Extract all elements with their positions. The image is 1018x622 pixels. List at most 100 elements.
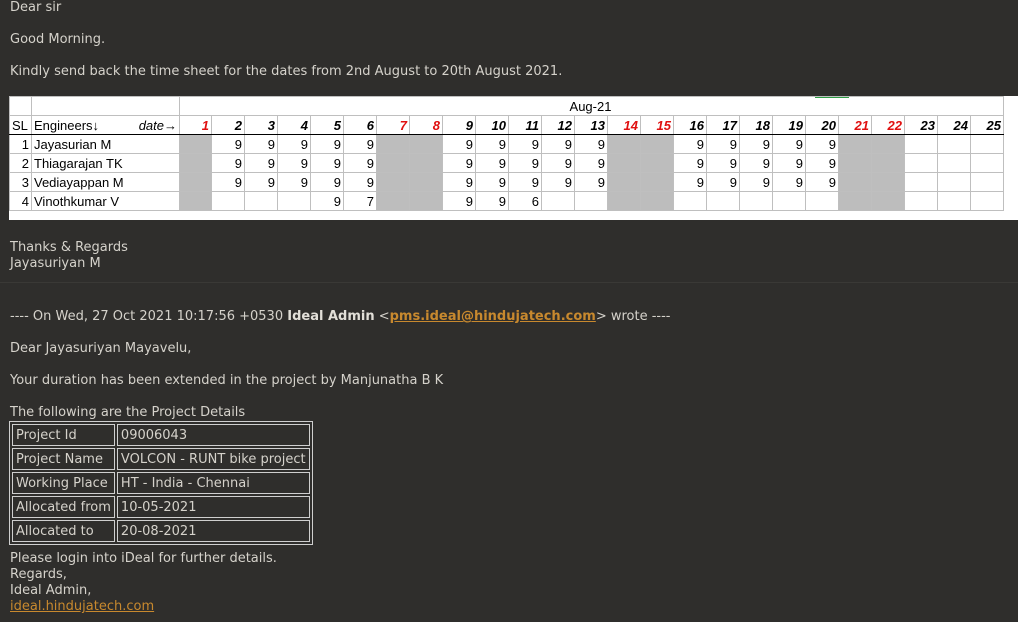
date-header-cell: 4: [277, 115, 311, 135]
date-header-cell: 15: [640, 115, 674, 135]
hours-cell: 9: [343, 153, 377, 173]
hours-cell: [904, 153, 938, 173]
date-header-cell: 25: [970, 115, 1004, 135]
hours-cell: [607, 153, 641, 173]
hours-cell: [376, 134, 410, 154]
hours-cell: 9: [772, 172, 806, 192]
hours-cell: [179, 134, 212, 154]
hours-cell: 9: [508, 153, 542, 173]
sl-cell: 1: [9, 134, 32, 154]
quote-prefix: ---- On Wed, 27 Oct 2021 10:17:56 +0530: [10, 309, 288, 324]
admin-text: Ideal Admin,: [10, 583, 92, 598]
hours-cell: 9: [673, 134, 707, 154]
hours-cell: 9: [739, 153, 773, 173]
hours-cell: [904, 172, 938, 192]
hours-cell: [739, 191, 773, 211]
date-header-cell: 14: [607, 115, 641, 135]
detail-row: Allocated to 20-08-2021: [12, 520, 310, 542]
date-header-cell: 21: [838, 115, 872, 135]
hours-cell: [179, 153, 212, 173]
hours-cell: 9: [541, 134, 575, 154]
hours-cell: 9: [772, 153, 806, 173]
engineer-name: Vediayappan M: [31, 172, 180, 192]
hours-cell: 9: [343, 134, 377, 154]
greeting-text: Dear sir: [10, 0, 62, 15]
good-morning-text: Good Morning.: [10, 32, 106, 47]
detail-row: Project Id 09006043: [12, 424, 310, 446]
hours-cell: [970, 172, 1004, 192]
hours-cell: [970, 153, 1004, 173]
hours-cell: [179, 172, 212, 192]
hours-cell: [937, 153, 971, 173]
signature-text: Jayasuriyan M: [10, 256, 101, 271]
hours-cell: 9: [211, 153, 245, 173]
hours-cell: 9: [541, 153, 575, 173]
hours-cell: 9: [442, 172, 476, 192]
hours-cell: 9: [244, 153, 278, 173]
hours-cell: [838, 172, 872, 192]
engineer-row: 2 Thiagarajan TK 9 9 9 9 9 9 9 9 9 9 9 9 9 9 9: [9, 153, 1004, 173]
sl-cell: 2: [9, 153, 32, 173]
hours-cell: 9: [211, 134, 245, 154]
hours-cell: 9: [805, 172, 839, 192]
blank-cell: [9, 96, 32, 116]
hours-cell: 9: [343, 172, 377, 192]
hours-cell: [904, 134, 938, 154]
hours-cell: 9: [706, 134, 740, 154]
site-link[interactable]: ideal.hindujatech.com: [10, 599, 154, 614]
hours-cell: 9: [508, 134, 542, 154]
hours-cell: [376, 172, 410, 192]
detail-value: 20-08-2021: [116, 520, 310, 542]
hours-cell: [607, 172, 641, 192]
detail-value: HT - India - Chennai: [116, 472, 310, 494]
quote-suffix: wrote ----: [606, 309, 671, 324]
hours-cell: 9: [739, 172, 773, 192]
hours-cell: [805, 191, 839, 211]
hours-cell: [838, 191, 872, 211]
detail-label: Allocated from: [12, 496, 115, 518]
date-header-cell: 3: [244, 115, 278, 135]
hours-cell: 9: [442, 153, 476, 173]
hours-cell: 9: [244, 134, 278, 154]
date-header-cell: 20: [805, 115, 839, 135]
engineer-row: 1 Jayasurian M999999999999999: [9, 134, 1004, 154]
hours-cell: [838, 153, 872, 173]
detail-label: Project Name: [12, 448, 115, 470]
hours-cell: 9: [475, 172, 509, 192]
hours-cell: [179, 191, 212, 211]
sender-email-link[interactable]: pms.ideal@hindujatech.com: [390, 309, 596, 324]
hours-cell: 9: [310, 191, 344, 211]
thanks-text: Thanks & Regards: [10, 240, 128, 255]
blank-cell: [31, 96, 180, 116]
project-details-table: Project Id 09006043 Project Name VOLCON - …: [9, 421, 313, 545]
hours-cell: [376, 153, 410, 173]
engineers-header: Engineers↓ date→: [31, 115, 180, 135]
timesheet-image: Aug-21 SL Engineers↓ date→ 1 2 3 4 5 6 7 8 9 10 11 12 13…: [9, 96, 1018, 220]
hours-cell: [244, 191, 278, 211]
hours-cell: 9: [706, 153, 740, 173]
hours-cell: [640, 134, 674, 154]
date-header-cell: 12: [541, 115, 575, 135]
hours-cell: 9: [211, 172, 245, 192]
hours-cell: 9: [277, 153, 311, 173]
hours-cell: [772, 191, 806, 211]
request-text: Kindly send back the time sheet for the …: [10, 64, 563, 79]
hours-cell: 9: [310, 172, 344, 192]
engineers-label: Engineers↓: [34, 117, 100, 133]
detail-value: 10-05-2021: [116, 496, 310, 518]
hours-cell: 9: [805, 134, 839, 154]
sender-name: Ideal Admin: [287, 309, 375, 324]
month-label: Aug-21: [179, 96, 1004, 116]
date-header-cell: 5: [310, 115, 344, 135]
detail-value: 09006043: [116, 424, 310, 446]
date-header-cell: 11: [508, 115, 542, 135]
hours-cell: [607, 134, 641, 154]
hours-cell: 9: [475, 153, 509, 173]
detail-label: Working Place: [12, 472, 115, 494]
sl-cell: 4: [9, 191, 32, 211]
date-header-cell: 10: [475, 115, 509, 135]
hours-cell: [871, 172, 905, 192]
quote-header: ---- On Wed, 27 Oct 2021 10:17:56 +0530 …: [10, 309, 671, 324]
divider: [0, 282, 1018, 283]
date-header-cell: 1: [179, 115, 212, 135]
